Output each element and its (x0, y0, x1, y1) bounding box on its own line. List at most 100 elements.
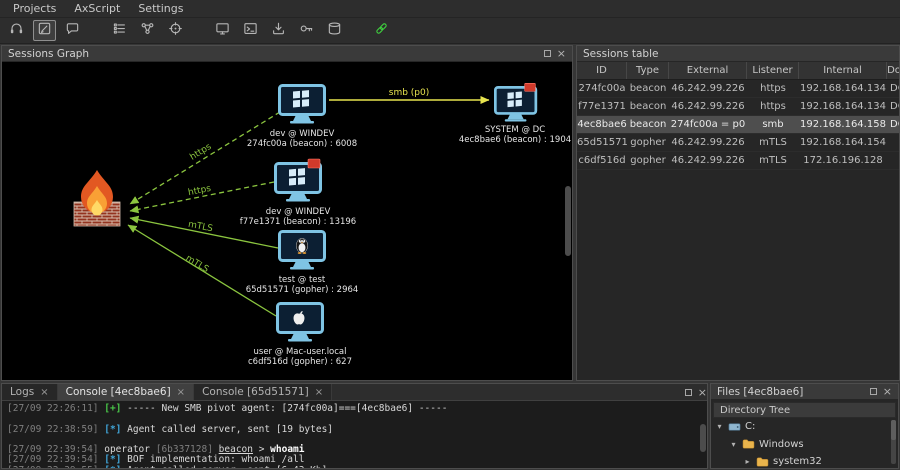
edge-label-https-2: https (187, 184, 212, 198)
tab-close-icon[interactable]: × (177, 387, 185, 398)
cell-external: 274fc00a = p0 (669, 119, 747, 130)
tree-item-windows[interactable]: ▾Windows (711, 436, 898, 454)
cell-id: 274fc00a (577, 83, 627, 94)
tree-item-c[interactable]: ▾ C: (711, 418, 898, 436)
column-header-external[interactable]: External (669, 62, 747, 79)
cell-listener: mTLS (747, 155, 799, 166)
close-icon[interactable]: × (557, 48, 566, 59)
cell-listener: https (747, 101, 799, 112)
console-line: [27/09 22:26:11] [+] ----- New SMB pivot… (7, 404, 702, 414)
cell-type: gopher (627, 155, 669, 166)
tab-console-65d51571-[interactable]: Console [65d51571] × (194, 384, 332, 400)
tree-scrollbar-thumb[interactable] (891, 420, 896, 440)
tab-close-icon[interactable]: × (315, 387, 323, 398)
menu-item-settings[interactable]: Settings (129, 2, 192, 15)
session-row-4ec8bae6[interactable]: 4ec8bae6beacon274fc00a = p0smb192.168.16… (577, 116, 900, 134)
node-sublabel: 274fc00a (beacon) : 6008 (247, 139, 357, 149)
session-node-c6df516d[interactable]: user @ Mac-user.local c6df516d (gopher) … (248, 304, 352, 368)
screens-button[interactable] (211, 20, 234, 41)
firewall-node[interactable] (74, 170, 120, 226)
console-line: [27/09 22:38:59] [*] Agent called server… (7, 425, 702, 435)
edge-label-mtls-2: mTLS (184, 254, 211, 276)
voice-chat-button[interactable] (5, 20, 28, 41)
drive-icon (728, 422, 741, 432)
tab-logs[interactable]: Logs× (2, 384, 58, 400)
targets-button[interactable] (164, 20, 187, 41)
terminal-button[interactable] (239, 20, 262, 41)
column-header-internal[interactable]: Internal (799, 62, 887, 79)
node-label: dev @ WINDEV (270, 129, 335, 139)
terminal-icon (243, 21, 258, 40)
linux-monitor-icon (280, 232, 325, 270)
target-icon (168, 21, 183, 40)
cell-domain: DO (887, 101, 900, 112)
column-header-listener[interactable]: Listener (747, 62, 799, 79)
windows-monitor-icon (280, 86, 325, 124)
popout-icon[interactable] (685, 389, 692, 396)
sessions-table-header: IDTypeExternalListenerInternalDomain (577, 62, 900, 80)
tree-item-label: C: (745, 421, 755, 432)
chat-button[interactable] (61, 20, 84, 41)
session-row-274fc00a[interactable]: 274fc00abeacon46.242.99.226https192.168.… (577, 80, 900, 98)
credentials-button[interactable] (295, 20, 318, 41)
cell-domain: DO (887, 119, 900, 130)
sessions-table-titlebar: Sessions table (577, 46, 899, 62)
cell-internal: 192.168.164.134 (799, 83, 887, 94)
directory-tree: ▾ C: ▾Windows▸system32 (711, 418, 898, 469)
session-row-f77e1371[interactable]: f77e1371beacon46.242.99.226https192.168.… (577, 98, 900, 116)
downloads-button[interactable] (267, 20, 290, 41)
link-icon (374, 21, 389, 40)
sessions-graph-panel: Sessions Graph × (1, 45, 573, 381)
console-scrollbar[interactable] (700, 424, 706, 452)
session-node-65d51571[interactable]: test @ test 65d51571 (gopher) : 2964 (246, 232, 359, 296)
expander-open-icon[interactable]: ▾ (715, 422, 724, 431)
node-sublabel: 4ec8bae6 (beacon) : 1904 (459, 135, 571, 145)
node-sublabel: c6df516d (gopher) : 627 (248, 357, 352, 367)
console-tabbar: Logs×Console [4ec8bae6]×Console [65d5157… (2, 384, 707, 401)
sessions-graph-canvas[interactable]: https https mTLS mTLS smb (p0) (2, 62, 572, 380)
column-header-domain[interactable]: Domain (887, 62, 900, 79)
connect-button[interactable] (370, 20, 393, 41)
cell-type: beacon (627, 119, 669, 130)
column-header-type[interactable]: Type (627, 62, 669, 79)
notes-icon (37, 21, 52, 40)
session-row-c6df516d[interactable]: c6df516dgopher46.242.99.226mTLS172.16.19… (577, 152, 900, 170)
close-icon[interactable]: × (883, 386, 892, 397)
cell-internal: 192.168.164.158 (799, 119, 887, 130)
files-panel: Files [4ec8bae6] × Directory Tree ▾C:▾Wi… (710, 383, 899, 469)
console-line: [27/09 22:39:55] [*] Agent called server… (7, 466, 702, 468)
cell-internal: 192.168.164.134 (799, 101, 887, 112)
node-label: SYSTEM @ DC (485, 125, 545, 135)
tab-console-4ec8bae6-[interactable]: Console [4ec8bae6] × (58, 384, 194, 400)
menu-item-axscript[interactable]: AxScript (65, 2, 129, 15)
folder-icon (756, 457, 769, 467)
jobs-button[interactable] (108, 20, 131, 41)
tab-close-icon[interactable]: × (40, 387, 48, 398)
session-node-f77e1371[interactable]: dev @ WINDEV f77e1371 (beacon) : 13196 (240, 159, 356, 227)
expander-closed-icon[interactable]: ▸ (743, 457, 752, 466)
menu-bar: ProjectsAxScriptSettings (0, 0, 900, 18)
storage-icon (327, 21, 342, 40)
tab-label: Console [4ec8bae6] (66, 386, 171, 398)
tab-label: Console [65d51571] (202, 386, 309, 398)
directory-tree-header: Directory Tree (713, 402, 896, 418)
expander-open-icon[interactable]: ▾ (729, 440, 738, 449)
notes-button[interactable] (33, 20, 56, 41)
sessions-graph-view-button[interactable] (136, 20, 159, 41)
tree-item-system32[interactable]: ▸system32 (711, 453, 898, 469)
column-header-id[interactable]: ID (577, 62, 627, 79)
popout-icon[interactable] (544, 50, 551, 57)
session-node-274fc00a[interactable]: dev @ WINDEV 274fc00a (beacon) : 6008 (247, 86, 357, 150)
menu-item-projects[interactable]: Projects (4, 2, 65, 15)
storage-button[interactable] (323, 20, 346, 41)
console-output[interactable]: [27/09 22:26:11] [+] ----- New SMB pivot… (2, 401, 707, 468)
edge-label-https-1: https (188, 142, 213, 163)
session-node-4ec8bae6[interactable]: SYSTEM @ DC 4ec8bae6 (beacon) : 1904 (459, 83, 571, 145)
session-row-65d51571[interactable]: 65d51571gopher46.242.99.226mTLS192.168.1… (577, 134, 900, 152)
graph-scrollbar[interactable] (565, 186, 571, 256)
cell-external: 46.242.99.226 (669, 137, 747, 148)
close-icon[interactable]: × (698, 387, 707, 398)
sessions-table-title: Sessions table (583, 48, 658, 60)
tasks-icon (112, 21, 127, 40)
popout-icon[interactable] (870, 388, 877, 395)
